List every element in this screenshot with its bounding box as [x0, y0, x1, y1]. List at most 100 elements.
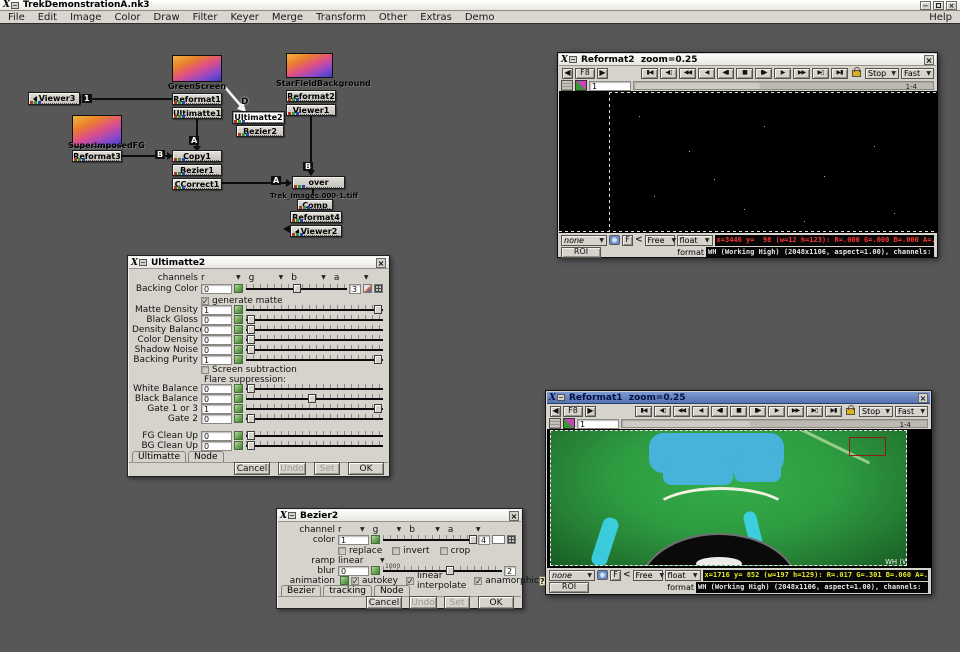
window-menu-icon[interactable]	[288, 512, 296, 519]
channel-b-select[interactable]: b	[291, 273, 317, 283]
replace-checkbox[interactable]	[338, 547, 346, 555]
animate-toggle-icon[interactable]	[234, 414, 243, 423]
menu-keyer[interactable]: Keyer	[230, 12, 258, 23]
stop-button[interactable]: ■	[736, 68, 753, 79]
close-button[interactable]: ×	[946, 1, 957, 10]
animate-toggle-icon[interactable]	[371, 566, 380, 575]
undo-button[interactable]: Undo	[409, 596, 437, 609]
slider-handle[interactable]	[247, 325, 255, 334]
slider-handle[interactable]	[247, 315, 255, 324]
chevron-down-icon[interactable]: ▼	[397, 526, 402, 533]
starfield-label[interactable]: StarFieldBackground	[276, 79, 371, 88]
maximize-button[interactable]	[933, 1, 944, 10]
screen-subtraction-checkbox[interactable]	[201, 366, 209, 374]
slider-handle[interactable]	[469, 535, 477, 544]
animate-toggle-icon[interactable]	[234, 404, 243, 413]
menu-file[interactable]: File	[8, 12, 25, 23]
aspect-select[interactable]: Free▼	[633, 570, 663, 581]
fast-forward-button[interactable]: ▶▶	[793, 68, 810, 79]
stop-mode-select[interactable]: Stop▼	[859, 406, 893, 417]
prev-view-button[interactable]: ◀	[550, 406, 561, 417]
crop-checkbox[interactable]	[440, 547, 448, 555]
superimposed-label[interactable]: SuperimposedFG	[68, 141, 145, 150]
menu-color[interactable]: Color	[114, 12, 140, 23]
step-forward-button[interactable]: ▮▶	[749, 406, 766, 417]
menu-transform[interactable]: Transform	[316, 12, 366, 23]
slider-handle[interactable]	[374, 305, 382, 314]
node-ultimatte2-selected[interactable]: Ultimatte2	[232, 111, 285, 124]
bg-clean-up-slider[interactable]	[246, 440, 383, 451]
slider-handle[interactable]	[247, 431, 255, 440]
compare-icon[interactable]: <	[623, 571, 631, 580]
slider-handle[interactable]	[247, 345, 255, 354]
gate-2-value[interactable]: 0	[201, 414, 232, 424]
lock-icon[interactable]	[846, 408, 855, 415]
analyzer-icon[interactable]	[597, 570, 608, 580]
channel-select-icon[interactable]	[575, 80, 587, 91]
backing-color-slider[interactable]	[246, 283, 347, 294]
animate-toggle-icon[interactable]	[371, 535, 380, 544]
animate-toggle-icon[interactable]	[234, 355, 243, 364]
node-viewer2[interactable]: Viewer2	[290, 225, 342, 237]
close-icon[interactable]: ×	[376, 258, 386, 268]
animate-toggle-icon[interactable]	[234, 335, 243, 344]
viewer-image-starfield[interactable]	[559, 91, 938, 233]
step-back-button[interactable]: ◀▮	[717, 68, 734, 79]
invert-checkbox[interactable]	[392, 547, 400, 555]
lock-icon[interactable]	[852, 70, 861, 77]
roi-button[interactable]: ROI	[561, 247, 601, 258]
black-balance-value[interactable]: 0	[201, 394, 232, 404]
palette-grid-icon[interactable]	[374, 284, 383, 293]
channel-r-select[interactable]: r	[338, 525, 356, 535]
rewind-button[interactable]: ◀◀	[673, 406, 690, 417]
tab-bezier[interactable]: Bezier	[281, 585, 321, 596]
aspect-select[interactable]: Free▼	[645, 235, 675, 246]
animate-toggle-icon[interactable]	[234, 305, 243, 314]
window-menu-icon[interactable]	[569, 56, 577, 63]
update-icon[interactable]	[549, 418, 561, 429]
play-button[interactable]: ▶	[774, 68, 791, 79]
step-back-button[interactable]: ◀▮	[711, 406, 728, 417]
starfield-thumbnail[interactable]	[286, 53, 333, 78]
close-icon[interactable]: ×	[918, 393, 928, 403]
palette-grid-icon[interactable]	[507, 535, 516, 544]
f8-button[interactable]: F8	[563, 406, 583, 417]
slider-handle[interactable]	[247, 384, 255, 393]
undo-button[interactable]: Undo	[278, 462, 306, 475]
minimize-button[interactable]: −	[920, 1, 931, 10]
fg-clean-up-value[interactable]: 0	[201, 431, 232, 441]
speed-select[interactable]: Fast▼	[895, 406, 928, 417]
update-icon[interactable]	[561, 80, 573, 91]
black-gloss-value[interactable]: 0	[201, 315, 232, 325]
goto-start-button[interactable]: ▮◀	[635, 406, 652, 417]
backing-color-value[interactable]: 0	[201, 284, 232, 294]
stop-button[interactable]: ■	[730, 406, 747, 417]
color-slider[interactable]	[383, 534, 476, 545]
set-button[interactable]: Set	[314, 462, 340, 475]
viewer-titlebar[interactable]: X Reformat2 zoom=0.25 ×	[559, 54, 936, 66]
autokey-checkbox[interactable]: ✓	[351, 577, 359, 585]
menu-other[interactable]: Other	[379, 12, 407, 23]
node-over[interactable]: over	[292, 176, 345, 189]
animate-toggle-icon[interactable]	[234, 315, 243, 324]
rewind-button[interactable]: ◀◀	[679, 68, 696, 79]
slider-handle[interactable]	[293, 284, 301, 293]
channel-g-select[interactable]: g	[249, 273, 275, 283]
stop-mode-select[interactable]: Stop▼	[865, 68, 899, 79]
window-menu-icon[interactable]	[557, 394, 565, 401]
tab-tracking[interactable]: tracking	[323, 585, 372, 596]
channel-r-select[interactable]: r	[201, 273, 232, 283]
goto-end-button[interactable]: ▶▮	[831, 68, 848, 79]
density-balance-value[interactable]: 0	[201, 325, 232, 335]
close-icon[interactable]: ×	[509, 511, 519, 521]
animate-toggle-icon[interactable]	[340, 576, 349, 585]
shadow-noise-value[interactable]: 0	[201, 345, 232, 355]
prev-key-button[interactable]: ◀▯	[654, 406, 671, 417]
color-count[interactable]: 4	[478, 535, 490, 545]
gate-1-or-3-value[interactable]: 1	[201, 404, 232, 414]
linear-interpolate-checkbox[interactable]: ✓	[406, 577, 414, 585]
menu-edit[interactable]: Edit	[38, 12, 57, 23]
set-button[interactable]: Set	[444, 596, 470, 609]
full-res-button[interactable]: F	[610, 570, 621, 581]
menu-draw[interactable]: Draw	[154, 12, 180, 23]
